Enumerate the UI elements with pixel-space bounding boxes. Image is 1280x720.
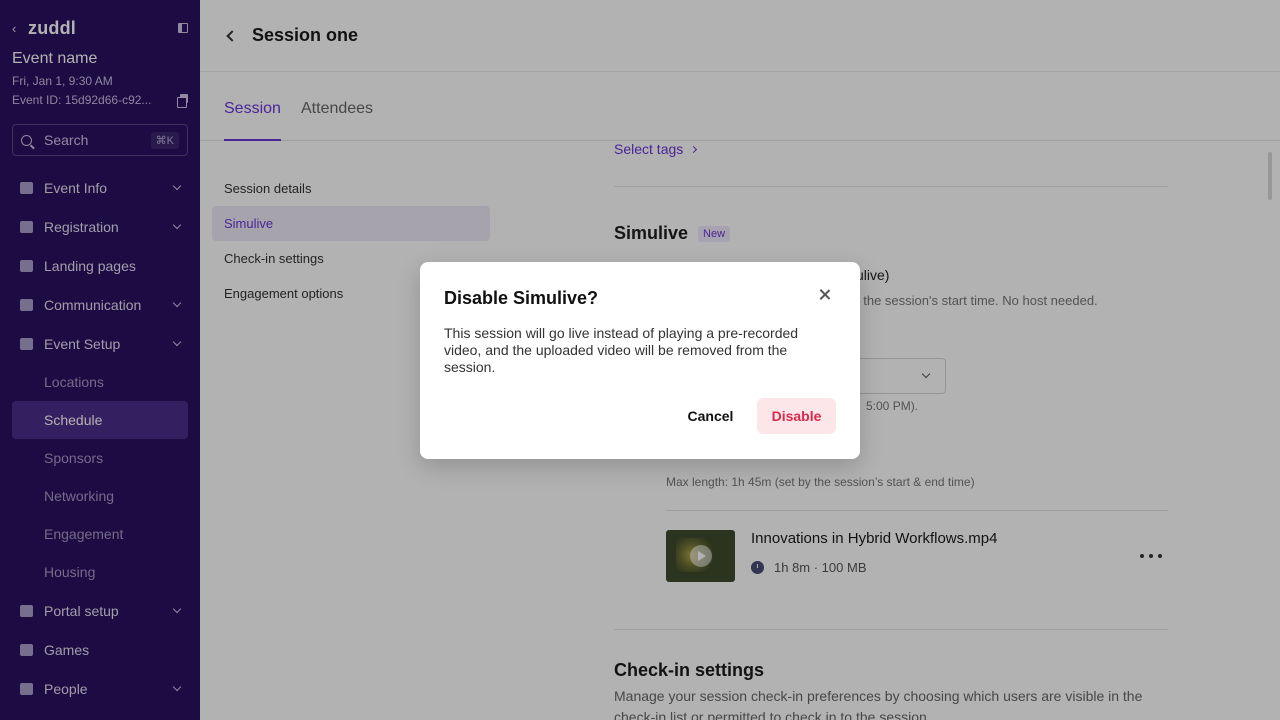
disable-button[interactable]: Disable: [757, 398, 836, 434]
cancel-button[interactable]: Cancel: [678, 398, 743, 434]
disable-simulive-dialog: Disable Simulive? This session will go l…: [420, 262, 860, 459]
close-icon[interactable]: [818, 288, 832, 302]
dialog-title: Disable Simulive?: [444, 288, 599, 308]
dialog-body: This session will go live instead of pla…: [444, 325, 799, 375]
